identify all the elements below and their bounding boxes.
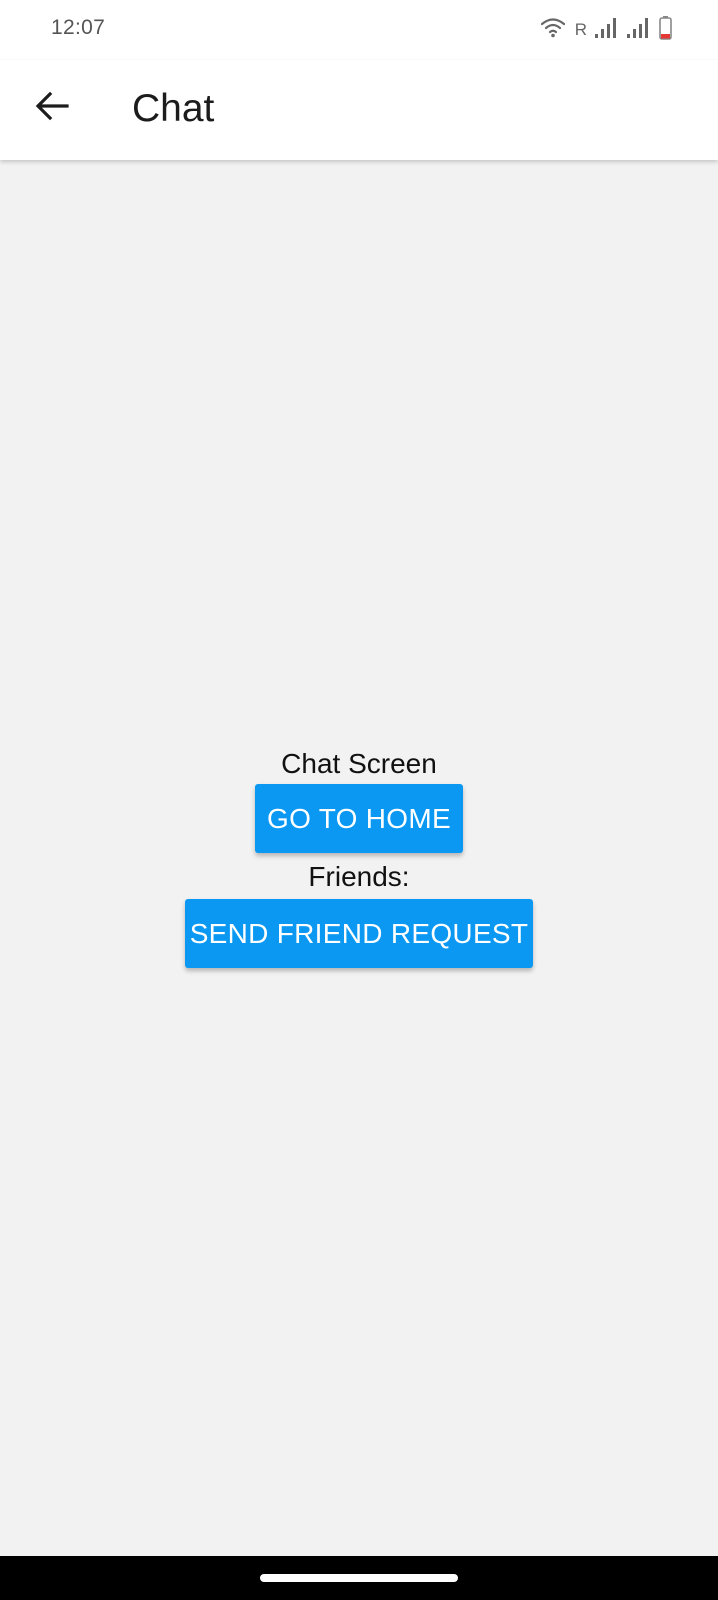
wifi-icon xyxy=(540,17,565,43)
main-content: Chat Screen GO TO HOME Friends: SEND FRI… xyxy=(0,746,718,968)
signal-icon xyxy=(627,17,649,43)
page-title: Chat xyxy=(132,87,215,130)
screen-label: Chat Screen xyxy=(281,748,437,779)
navigation-bar xyxy=(0,1556,718,1600)
back-button[interactable] xyxy=(26,82,78,134)
status-icons: R xyxy=(540,15,672,45)
arrow-left-icon xyxy=(35,91,69,126)
home-gesture-handle[interactable] xyxy=(260,1574,458,1582)
friends-label: Friends: xyxy=(308,861,410,892)
battery-low-icon xyxy=(659,15,672,45)
send-friend-request-button[interactable]: SEND FRIEND REQUEST xyxy=(185,899,533,968)
go-to-home-button[interactable]: GO TO HOME xyxy=(255,784,463,853)
app-bar: Chat xyxy=(0,60,718,160)
status-bar: 12:07 R xyxy=(0,0,718,60)
roaming-indicator: R xyxy=(574,20,587,39)
signal-icon xyxy=(595,17,617,43)
status-time: 12:07 xyxy=(51,16,106,39)
chat-screen: 12:07 R Chat Chat Screen GO TO HOME Frie… xyxy=(0,0,718,1600)
